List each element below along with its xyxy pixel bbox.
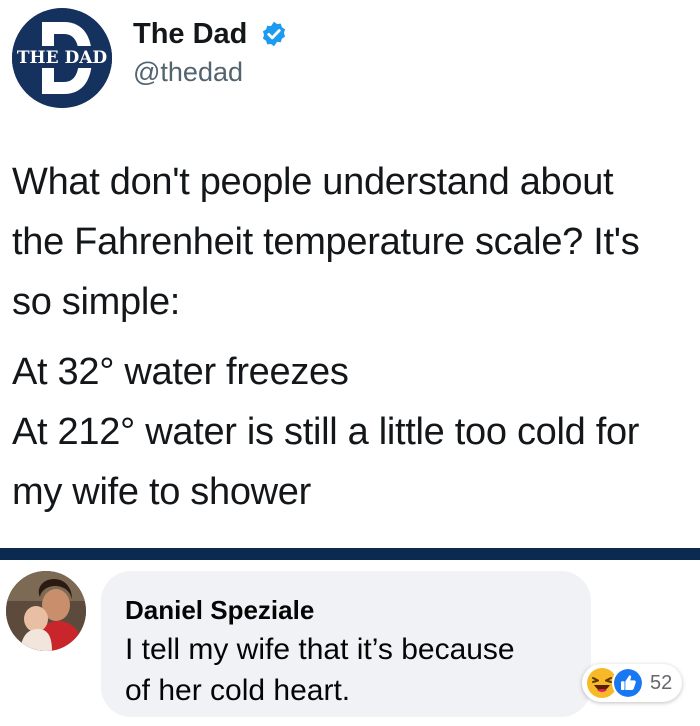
comment-bubble: Daniel Speziale I tell my wife that it’s… xyxy=(101,571,591,717)
avatar-logo-text: THE DAD xyxy=(17,48,108,68)
verified-badge-icon xyxy=(262,21,286,47)
section-divider xyxy=(0,548,700,560)
commenter-avatar[interactable] xyxy=(6,571,86,651)
commenter-photo-icon xyxy=(6,571,86,651)
tweet-line: so simple: xyxy=(12,281,181,323)
tweet-card: THE DAD The Dad @thedad What don't peopl… xyxy=(0,0,700,548)
tweet-line: my wife to shower xyxy=(12,471,311,513)
reaction-count: 52 xyxy=(650,671,673,694)
comment-line: of her cold heart. xyxy=(125,674,351,707)
tweet-body: What don't people understand about the F… xyxy=(12,152,692,522)
the-dad-logo-icon: THE DAD xyxy=(12,8,112,108)
tweet-line: At 32° water freezes xyxy=(12,351,349,393)
tweet-line: At 212° water is still a little too cold… xyxy=(12,411,640,453)
tweet-line: What don't people understand about xyxy=(12,161,614,203)
comment-body: I tell my wife that it’s because of her … xyxy=(125,629,575,711)
author-name[interactable]: The Dad xyxy=(133,18,247,51)
commenter-name[interactable]: Daniel Speziale xyxy=(125,595,314,626)
comment-section: Daniel Speziale I tell my wife that it’s… xyxy=(0,560,700,726)
author-avatar[interactable]: THE DAD xyxy=(12,8,112,108)
reactions-summary[interactable]: 52 xyxy=(582,664,683,702)
tweet-line: the Fahrenheit temperature scale? It's xyxy=(12,221,640,263)
comment-line: I tell my wife that it’s because xyxy=(125,633,515,666)
author-handle[interactable]: @thedad xyxy=(133,57,243,88)
like-icon xyxy=(612,667,644,699)
